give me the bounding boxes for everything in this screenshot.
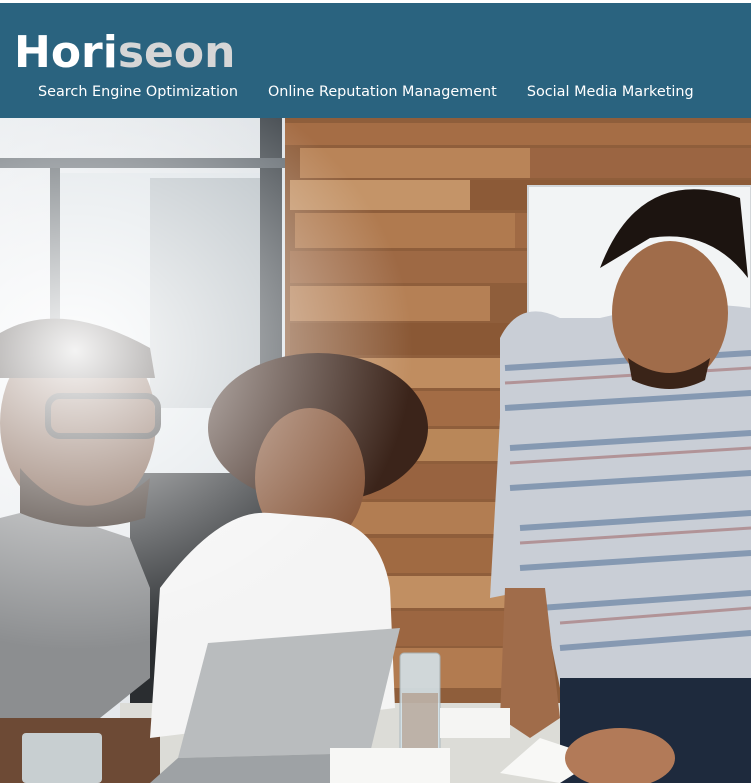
- hero-photo: [0, 118, 751, 783]
- nav-link-social-media-marketing[interactable]: Social Media Marketing: [527, 82, 694, 102]
- nav-link-reputation-management[interactable]: Online Reputation Management: [268, 82, 497, 102]
- hero-image: [0, 118, 751, 783]
- nav-link-seo[interactable]: Search Engine Optimization: [38, 82, 238, 102]
- site-logo[interactable]: Horiseon: [14, 27, 235, 79]
- logo-text-primary: Hori: [14, 27, 118, 78]
- logo-text-accent: seon: [117, 27, 236, 78]
- main-nav: Search Engine Optimization Online Reputa…: [38, 82, 694, 102]
- site-header: Horiseon Search Engine Optimization Onli…: [0, 3, 751, 118]
